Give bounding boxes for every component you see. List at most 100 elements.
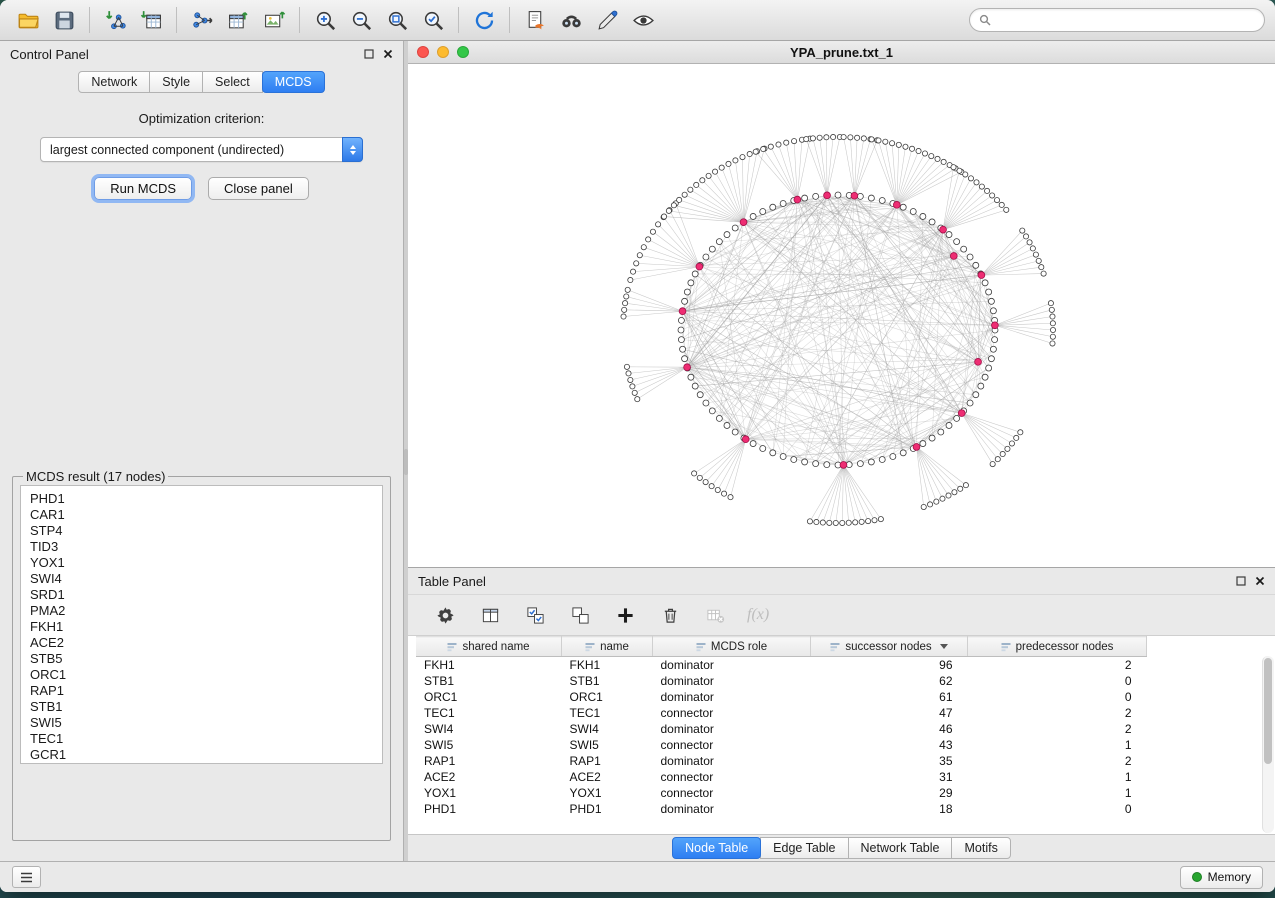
export-table-icon[interactable] <box>220 5 256 35</box>
mcds-result-item[interactable]: YOX1 <box>30 555 382 571</box>
splitter-handle[interactable] <box>404 449 408 475</box>
mcds-result-item[interactable]: STB5 <box>30 651 382 667</box>
close-panel-icon[interactable] <box>383 49 393 59</box>
mcds-result-item[interactable]: ACE2 <box>30 635 382 651</box>
tab-node-table[interactable]: Node Table <box>672 837 761 859</box>
table-settings-gear-icon[interactable] <box>432 602 458 628</box>
column-header-name[interactable]: name <box>562 637 653 657</box>
table-row[interactable]: PHD1PHD1dominator180 <box>416 801 1147 817</box>
table-row[interactable]: TEC1TEC1connector472 <box>416 705 1147 721</box>
eye-icon[interactable] <box>625 5 661 35</box>
tab-select[interactable]: Select <box>202 71 263 93</box>
select-all-icon[interactable] <box>522 602 548 628</box>
column-header-predecessor-nodes[interactable]: predecessor nodes <box>968 637 1147 657</box>
zoom-selected-icon[interactable] <box>415 5 451 35</box>
find-binoculars-icon[interactable] <box>553 5 589 35</box>
cell: 2 <box>968 705 1147 721</box>
global-search[interactable] <box>969 8 1265 32</box>
delete-column-trash-icon[interactable] <box>657 602 683 628</box>
cell: 0 <box>968 689 1147 705</box>
tab-network-table[interactable]: Network Table <box>848 837 953 859</box>
mcds-result-item[interactable]: FKH1 <box>30 619 382 635</box>
mcds-result-item[interactable]: STB1 <box>30 699 382 715</box>
close-table-panel-icon[interactable] <box>1255 576 1265 586</box>
open-file-icon[interactable] <box>10 5 46 35</box>
table-row[interactable]: STB1STB1dominator620 <box>416 673 1147 689</box>
share-document-icon[interactable] <box>517 5 553 35</box>
mcds-result-box: MCDS result (17 nodes) PHD1CAR1STP4TID3Y… <box>12 469 391 841</box>
status-menu-icon[interactable] <box>12 866 41 888</box>
mcds-result-item[interactable]: SRD1 <box>30 587 382 603</box>
table-row[interactable]: ACE2ACE2connector311 <box>416 769 1147 785</box>
mcds-result-item[interactable]: PMA2 <box>30 603 382 619</box>
table-scrollbar[interactable] <box>1262 656 1274 833</box>
memory-button[interactable]: Memory <box>1180 866 1263 889</box>
float-panel-icon[interactable] <box>364 49 374 59</box>
table-row[interactable]: SWI4SWI4dominator462 <box>416 721 1147 737</box>
cell: ACE2 <box>416 769 562 785</box>
export-image-icon[interactable] <box>256 5 292 35</box>
mcds-result-item[interactable]: STP4 <box>30 523 382 539</box>
right-column: YPA_prune.txt_1 Table Panel <box>408 41 1275 861</box>
table-row[interactable]: RAP1RAP1dominator352 <box>416 753 1147 769</box>
cell: 31 <box>811 769 968 785</box>
mcds-result-item[interactable]: TID3 <box>30 539 382 555</box>
style-brush-icon[interactable] <box>589 5 625 35</box>
mcds-result-item[interactable]: GCR1 <box>30 747 382 763</box>
cell: 2 <box>968 657 1147 674</box>
mcds-result-item[interactable]: CAR1 <box>30 507 382 523</box>
mcds-result-item[interactable]: SWI5 <box>30 715 382 731</box>
mcds-result-list[interactable]: PHD1CAR1STP4TID3YOX1SWI4SRD1PMA2FKH1ACE2… <box>20 485 383 764</box>
search-input[interactable] <box>997 12 1255 28</box>
import-table-icon[interactable] <box>133 5 169 35</box>
mcds-result-item[interactable]: TEC1 <box>30 731 382 747</box>
mcds-result-item[interactable]: RAP1 <box>30 683 382 699</box>
tab-style[interactable]: Style <box>149 71 203 93</box>
tab-mcds[interactable]: MCDS <box>262 71 325 93</box>
refresh-icon[interactable] <box>466 5 502 35</box>
mcds-result-item[interactable]: SWI4 <box>30 571 382 587</box>
export-network-icon[interactable] <box>184 5 220 35</box>
table-row[interactable]: FKH1FKH1dominator962 <box>416 657 1147 674</box>
tab-edge-table[interactable]: Edge Table <box>760 837 848 859</box>
column-header-successor-nodes[interactable]: successor nodes <box>811 637 968 657</box>
network-canvas[interactable] <box>408 64 1275 567</box>
zoom-out-icon[interactable] <box>343 5 379 35</box>
close-window-icon[interactable] <box>417 46 429 58</box>
tab-motifs[interactable]: Motifs <box>951 837 1010 859</box>
table-row[interactable]: YOX1YOX1connector291 <box>416 785 1147 801</box>
hide-table-icon-disabled <box>702 602 728 628</box>
float-table-panel-icon[interactable] <box>1236 576 1246 586</box>
save-session-icon[interactable] <box>46 5 82 35</box>
criterion-dropdown[interactable]: largest connected component (undirected) <box>40 137 363 162</box>
close-panel-button[interactable]: Close panel <box>208 177 309 200</box>
cell: 46 <box>811 721 968 737</box>
cell: ORC1 <box>562 689 653 705</box>
tab-network[interactable]: Network <box>78 71 150 93</box>
cell: 1 <box>968 737 1147 753</box>
minimize-window-icon[interactable] <box>437 46 449 58</box>
table-row[interactable]: ORC1ORC1dominator610 <box>416 689 1147 705</box>
sort-caret-icon <box>940 644 948 649</box>
table-row[interactable]: SWI5SWI5connector431 <box>416 737 1147 753</box>
cell: TEC1 <box>416 705 562 721</box>
mcds-result-item[interactable]: PHD1 <box>30 491 382 507</box>
import-network-icon[interactable] <box>97 5 133 35</box>
mcds-result-item[interactable]: ORC1 <box>30 667 382 683</box>
search-icon <box>979 14 991 26</box>
column-header-shared-name[interactable]: shared name <box>416 637 562 657</box>
table-scrollbar-thumb[interactable] <box>1264 658 1272 764</box>
network-window-title: YPA_prune.txt_1 <box>408 45 1275 60</box>
cell: dominator <box>653 753 811 769</box>
zoom-in-icon[interactable] <box>307 5 343 35</box>
cell: dominator <box>653 721 811 737</box>
run-mcds-button[interactable]: Run MCDS <box>94 177 192 200</box>
table-panel-header: Table Panel <box>408 568 1275 594</box>
add-column-plus-icon[interactable] <box>612 602 638 628</box>
zoom-fit-icon[interactable] <box>379 5 415 35</box>
deselect-all-icon[interactable] <box>567 602 593 628</box>
show-columns-icon[interactable] <box>477 602 503 628</box>
cell: 47 <box>811 705 968 721</box>
maximize-window-icon[interactable] <box>457 46 469 58</box>
column-header-mcds-role[interactable]: MCDS role <box>653 637 811 657</box>
